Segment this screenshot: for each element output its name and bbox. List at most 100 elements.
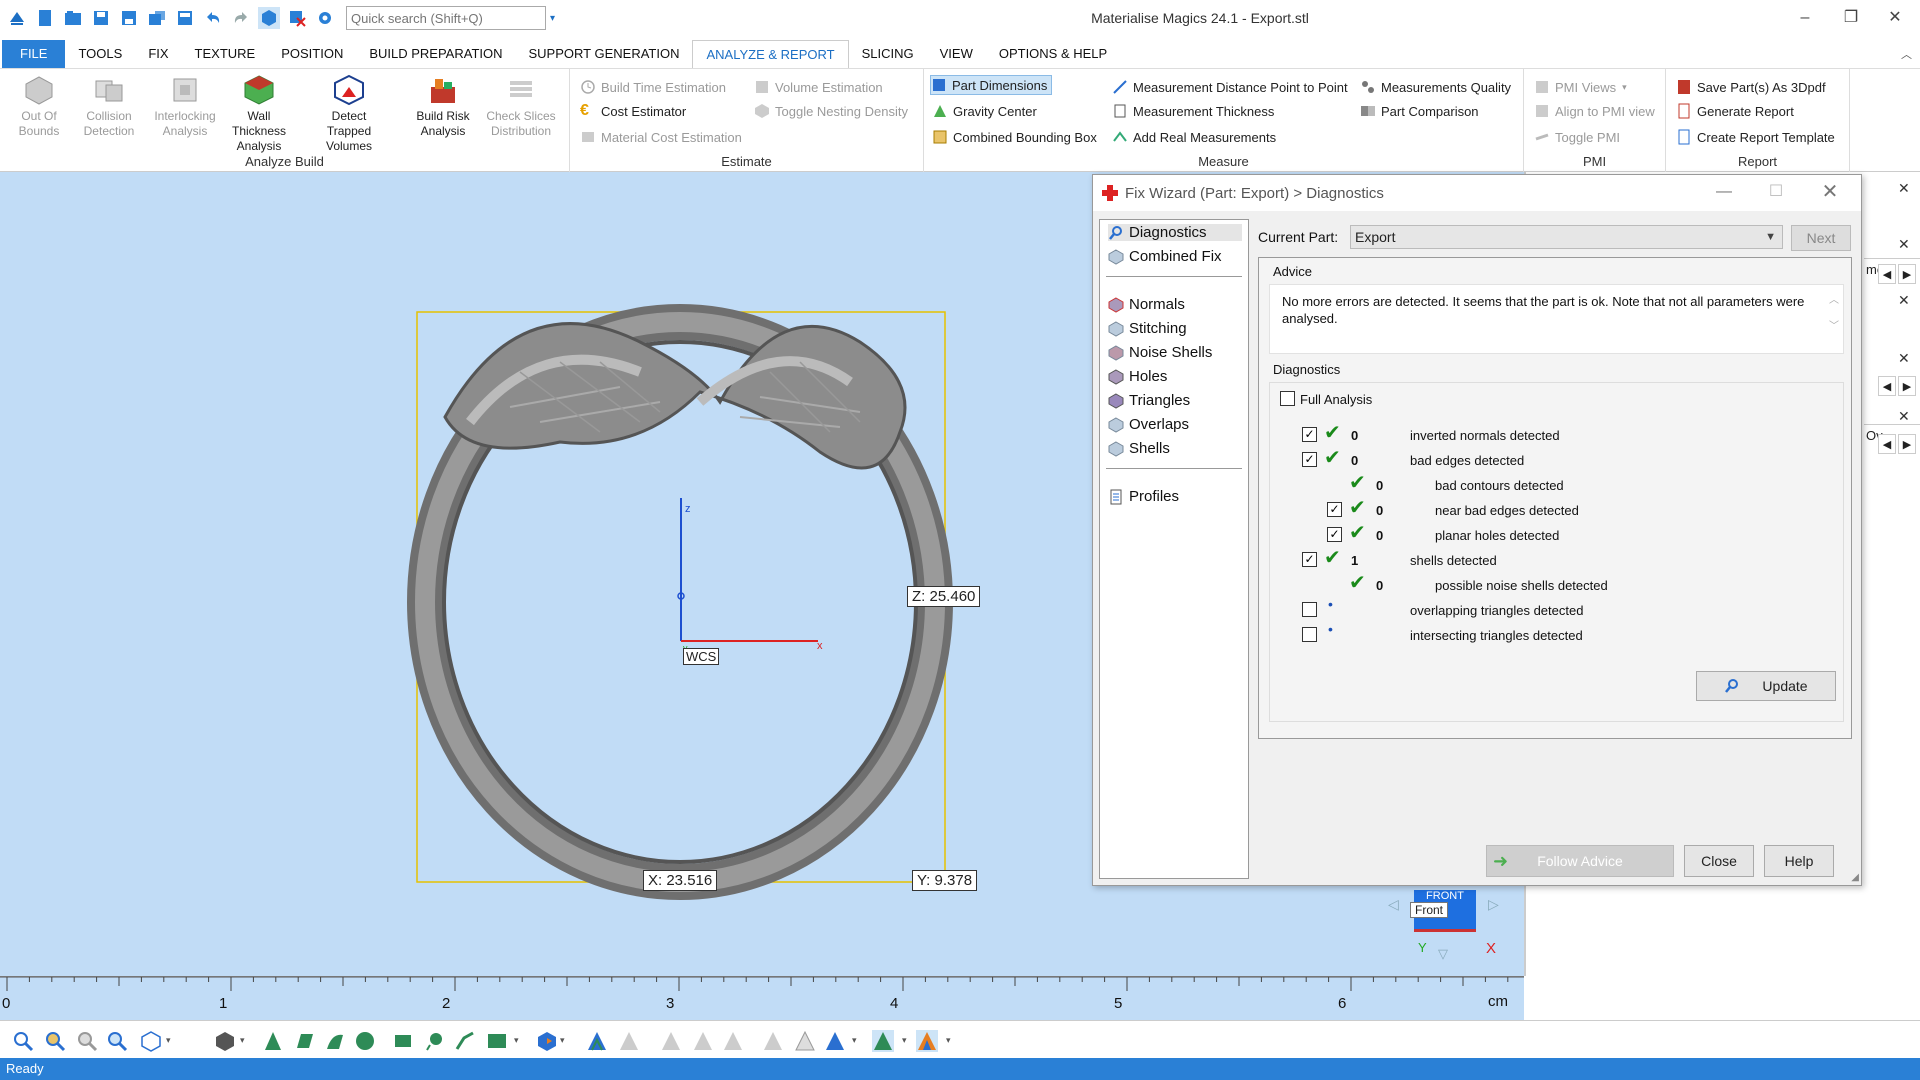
toggle-nesting-density-button[interactable]: Toggle Nesting Density <box>754 101 908 121</box>
mark-triangle-icon[interactable] <box>262 1030 284 1052</box>
mark-polyline-icon[interactable] <box>454 1030 476 1052</box>
zoom-all-icon[interactable] <box>76 1030 98 1052</box>
nav-item-normals[interactable]: Normals <box>1108 296 1185 313</box>
current-part-select[interactable]: Export ▼ <box>1350 225 1783 249</box>
toggle-pmi-button[interactable]: Toggle PMI <box>1534 127 1620 147</box>
save-as-icon[interactable] <box>118 7 140 29</box>
view-orientation-icon[interactable] <box>140 1030 162 1052</box>
tab-options-help[interactable]: OPTIONS & HELP <box>986 40 1120 68</box>
fix-wizard-minimize-button[interactable]: — <box>1709 179 1739 205</box>
measurement-thickness-button[interactable]: Measurement Thickness <box>1112 101 1274 121</box>
nav-item-holes[interactable]: Holes <box>1108 368 1167 385</box>
save-icon[interactable] <box>90 7 112 29</box>
nav-item-stitching[interactable]: Stitching <box>1108 320 1187 337</box>
render-mode-chevron-down-icon[interactable]: ▾ <box>240 1035 245 1046</box>
mark-area-icon[interactable] <box>486 1030 508 1052</box>
nav-down-arrow-icon[interactable]: ▽ <box>1438 946 1448 962</box>
select-points-icon[interactable] <box>660 1030 682 1052</box>
panel-scroll-right-icon-2[interactable]: ▶ <box>1898 376 1916 396</box>
wall-thickness-analysis-button[interactable]: Wall Thickness Analysis <box>224 73 294 154</box>
qat-customize-icon[interactable]: ▾ <box>550 13 555 24</box>
advice-scrollbar[interactable]: ︿ ﹀ <box>1827 291 1841 349</box>
select-shells-icon[interactable] <box>722 1030 744 1052</box>
tab-position[interactable]: POSITION <box>268 40 356 68</box>
pmi-views-dropdown[interactable]: PMI Views ▾ <box>1534 77 1627 97</box>
shells-checkbox[interactable]: ✓ <box>1302 552 1317 567</box>
tab-texture[interactable]: TEXTURE <box>182 40 269 68</box>
combined-bounding-box-button[interactable]: Combined Bounding Box <box>932 127 1097 147</box>
nav-right-arrow-icon[interactable]: ▷ <box>1488 896 1499 913</box>
panel-scroll-left-icon-2[interactable]: ◀ <box>1878 376 1896 396</box>
near-bad-edges-checkbox[interactable]: ✓ <box>1327 502 1342 517</box>
close-button[interactable]: ✕ <box>1880 6 1910 30</box>
nav-item-diagnostics[interactable]: Diagnostics <box>1108 224 1242 241</box>
add-real-measurements-button[interactable]: Add Real Measurements <box>1112 127 1276 147</box>
zoom-selected-icon[interactable] <box>106 1030 128 1052</box>
mark-area-chevron-down-icon[interactable]: ▾ <box>514 1035 519 1046</box>
collision-detection-button[interactable]: Collision Detection <box>74 73 144 139</box>
create-report-template-button[interactable]: Create Report Template <box>1676 127 1835 147</box>
gravity-center-button[interactable]: Gravity Center <box>932 101 1037 121</box>
generate-report-button[interactable]: Generate Report <box>1676 101 1794 121</box>
out-of-bounds-button[interactable]: Out Of Bounds <box>4 73 74 139</box>
fix-wizard-maximize-button[interactable]: ☐ <box>1761 179 1791 205</box>
check-slices-distribution-button[interactable]: Check Slices Distribution <box>486 73 556 139</box>
panel-close-icon-5[interactable]: ✕ <box>1898 408 1910 425</box>
update-button[interactable]: Update <box>1696 671 1836 701</box>
part-dimensions-button[interactable]: Part Dimensions <box>930 75 1053 95</box>
mark-lasso-icon[interactable] <box>424 1030 446 1052</box>
select-bad-edges-icon[interactable] <box>794 1030 816 1052</box>
panel-scroll-left-icon-3[interactable]: ◀ <box>1878 434 1896 454</box>
nav-item-combined-fix[interactable]: Combined Fix <box>1108 248 1222 265</box>
panel-scroll-right-icon-1[interactable]: ▶ <box>1898 264 1916 284</box>
import-icon[interactable] <box>146 7 168 29</box>
triangle-mode-active-icon[interactable] <box>872 1030 894 1052</box>
build-time-estimation-button[interactable]: Build Time Estimation <box>580 77 726 97</box>
follow-advice-button[interactable]: ➜ Follow Advice <box>1486 845 1674 877</box>
render-mode-icon[interactable] <box>214 1030 236 1052</box>
tab-fix[interactable]: FIX <box>135 40 181 68</box>
inverted-normals-checkbox[interactable]: ✓ <box>1302 427 1317 442</box>
nav-left-arrow-icon[interactable]: ◁ <box>1388 896 1399 913</box>
settings-gear-icon[interactable] <box>314 7 336 29</box>
quick-search-input[interactable] <box>346 6 546 30</box>
panel-close-icon-4[interactable]: ✕ <box>1898 350 1910 367</box>
colored-triangle-chevron-down-icon[interactable]: ▾ <box>946 1035 951 1046</box>
mark-surface-icon[interactable] <box>324 1030 346 1052</box>
select-edges-icon[interactable] <box>618 1030 640 1052</box>
tab-file[interactable]: FILE <box>2 40 66 68</box>
cost-estimator-button[interactable]: € Cost Estimator <box>580 101 686 121</box>
tab-slicing[interactable]: SLICING <box>849 40 927 68</box>
view-orientation-chevron-down-icon[interactable]: ▾ <box>166 1035 171 1046</box>
close-dialog-button[interactable]: Close <box>1684 845 1754 877</box>
planar-holes-checkbox[interactable]: ✓ <box>1327 527 1342 542</box>
tab-tools[interactable]: TOOLS <box>65 40 135 68</box>
overlapping-triangles-checkbox[interactable] <box>1302 602 1317 617</box>
undo-icon[interactable] <box>202 7 224 29</box>
navigation-cube[interactable]: ◁ FRONT Front ▷ Y ▽ X <box>1388 890 1499 970</box>
tab-support-generation[interactable]: SUPPORT GENERATION <box>516 40 693 68</box>
tab-view[interactable]: VIEW <box>927 40 986 68</box>
next-button[interactable]: Next <box>1791 225 1851 251</box>
panel-scroll-left-icon-1[interactable]: ◀ <box>1878 264 1896 284</box>
nav-item-noise-shells[interactable]: Noise Shells <box>1108 344 1212 361</box>
open-file-icon[interactable] <box>62 7 84 29</box>
unmark-chevron-down-icon[interactable]: ▾ <box>560 1035 565 1046</box>
nav-item-overlaps[interactable]: Overlaps <box>1108 416 1189 433</box>
panel-scroll-right-icon-3[interactable]: ▶ <box>1898 434 1916 454</box>
deselect-icon[interactable] <box>286 7 308 29</box>
nav-item-profiles[interactable]: Profiles <box>1108 488 1179 505</box>
unmark-icon[interactable] <box>536 1030 558 1052</box>
tab-analyze-report[interactable]: ANALYZE & REPORT <box>692 40 849 68</box>
colored-triangle-mode-icon[interactable] <box>916 1030 938 1052</box>
select-surfaces-icon[interactable] <box>762 1030 784 1052</box>
app-logo-icon[interactable] <box>6 7 28 29</box>
restore-button[interactable]: ❐ <box>1836 6 1866 30</box>
mark-rectangle-icon[interactable] <box>392 1030 414 1052</box>
tab-build-preparation[interactable]: BUILD PREPARATION <box>356 40 515 68</box>
panel-close-icon-2[interactable]: ✕ <box>1898 236 1910 253</box>
fix-wizard-close-icon[interactable]: ✕ <box>1815 179 1845 205</box>
resize-grip-icon[interactable]: ◢ <box>1851 872 1859 883</box>
bad-edges-checkbox[interactable]: ✓ <box>1302 452 1317 467</box>
full-analysis-checkbox[interactable] <box>1280 391 1295 406</box>
